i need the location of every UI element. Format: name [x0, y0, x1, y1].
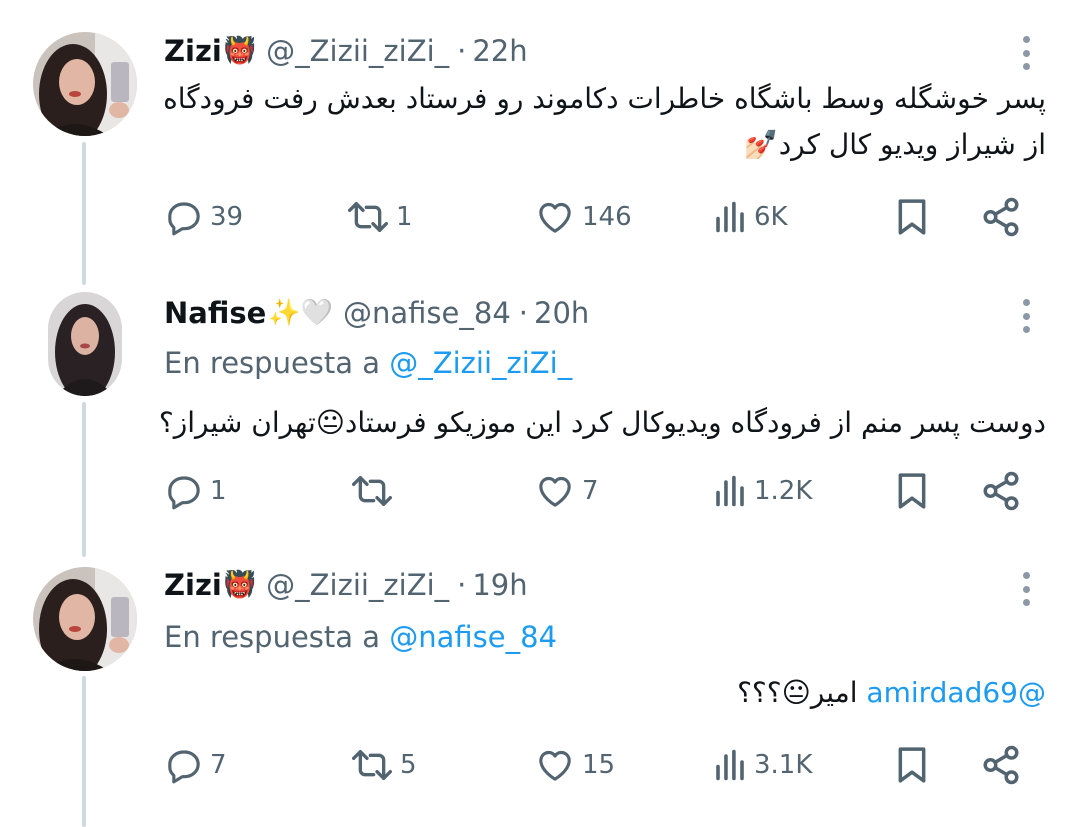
tweet[interactable]: Zizi 👹 @_Zizii_ziZi_ · 22h پسر خوشگله وس… [0, 0, 1080, 270]
bookmark-button[interactable] [894, 743, 930, 787]
mention-link[interactable]: @amirdad69 [866, 676, 1046, 709]
tweet-text-line: @amirdad69 امیر😐؟؟؟ [140, 670, 1046, 716]
tweet[interactable]: Nafise ✨🤍 @nafise_84 · 20h En respuesta … [0, 270, 1080, 546]
action-bar: 1 7 1.2K [164, 469, 1034, 513]
display-name[interactable]: Nafise [164, 296, 266, 330]
views-icon [716, 749, 744, 781]
tweet-text-line: پسر خوشگله وسط باشگاه خاطرات دکاموند رو … [163, 82, 1046, 115]
like-icon [539, 750, 571, 781]
retweet-icon [351, 476, 392, 506]
retweet-button[interactable]: 1 [346, 195, 413, 239]
retweet-button[interactable] [350, 469, 400, 513]
display-name[interactable]: Zizi [164, 568, 222, 602]
separator: · [518, 296, 529, 330]
separator: · [457, 34, 467, 68]
share-button[interactable] [980, 469, 1022, 513]
views-icon [716, 475, 744, 507]
retweet-icon [347, 202, 388, 232]
share-icon [983, 471, 1019, 511]
views-button[interactable]: 1.2K [712, 469, 812, 513]
bookmark-icon [898, 199, 926, 235]
display-name[interactable]: Zizi [164, 34, 222, 68]
tweet-text-rest: امیر😐؟؟؟ [737, 676, 858, 709]
reply-context: En respuesta a @_Zizii_ziZi_ [164, 346, 572, 380]
reply-button[interactable]: 39 [164, 195, 243, 239]
like-count: 7 [582, 476, 599, 506]
name-emoji: 👹 [223, 570, 257, 600]
like-button[interactable]: 7 [534, 469, 599, 513]
like-icon [539, 476, 571, 507]
timestamp[interactable]: 22h [472, 34, 527, 68]
avatar[interactable] [33, 32, 137, 136]
bookmark-icon [898, 747, 926, 783]
retweet-count: 1 [396, 202, 413, 232]
tweet-text: دوست پسر منم از فرودگاه ویدیوکال کرد این… [150, 400, 1046, 446]
avatar[interactable] [48, 292, 122, 396]
share-button[interactable] [980, 195, 1022, 239]
handle[interactable]: @nafise_84 [343, 296, 511, 330]
handle[interactable]: @_Zizii_ziZi_ [266, 34, 449, 68]
tweet-text-line: دوست پسر منم از فرودگاه ویدیوکال کرد این… [158, 406, 1046, 439]
share-icon [983, 197, 1019, 237]
reply-context: En respuesta a @nafise_84 [164, 620, 557, 654]
name-emoji: ✨🤍 [268, 298, 334, 328]
more-icon[interactable] [1022, 572, 1030, 606]
bookmark-icon [898, 473, 926, 509]
action-bar: 7 5 15 3.1K [164, 743, 1034, 787]
name-emoji: 👹 [223, 36, 257, 66]
reply-count: 1 [210, 476, 227, 506]
reply-button[interactable]: 1 [164, 469, 227, 513]
like-count: 146 [582, 202, 632, 232]
reply-icon [168, 202, 200, 236]
view-count: 6K [754, 202, 788, 232]
reply-label: En respuesta a [164, 620, 381, 654]
timestamp[interactable]: 19h [472, 568, 527, 602]
tweet[interactable]: Zizi 👹 @_Zizii_ziZi_ · 19h En respuesta … [0, 546, 1080, 827]
share-button[interactable] [980, 743, 1022, 787]
separator: · [457, 568, 467, 602]
more-icon[interactable] [1022, 299, 1030, 333]
reply-label: En respuesta a [164, 346, 381, 380]
view-count: 1.2K [754, 476, 813, 506]
reply-icon [168, 750, 200, 784]
reply-count: 39 [210, 202, 244, 232]
reply-mention-link[interactable]: @_Zizii_ziZi_ [389, 346, 572, 380]
avatar[interactable] [33, 567, 137, 671]
reply-button[interactable]: 7 [164, 743, 227, 787]
views-button[interactable]: 6K [712, 195, 788, 239]
view-count: 3.1K [754, 750, 813, 780]
tweet-text: پسر خوشگله وسط باشگاه خاطرات دکاموند رو … [140, 76, 1046, 168]
timestamp[interactable]: 20h [534, 296, 589, 330]
handle[interactable]: @_Zizii_ziZi_ [266, 568, 449, 602]
like-icon [539, 202, 571, 233]
retweet-button[interactable]: 5 [350, 743, 417, 787]
views-icon [716, 201, 744, 233]
retweet-icon [351, 750, 392, 780]
reply-icon [168, 476, 200, 510]
retweet-count: 5 [400, 750, 417, 780]
bookmark-button[interactable] [894, 195, 930, 239]
like-button[interactable]: 15 [534, 743, 615, 787]
reply-mention-link[interactable]: @nafise_84 [389, 620, 557, 654]
reply-count: 7 [210, 750, 227, 780]
more-icon[interactable] [1022, 36, 1030, 70]
like-button[interactable]: 146 [534, 195, 632, 239]
tweet-text: @amirdad69 امیر😐؟؟؟ [140, 670, 1046, 716]
bookmark-button[interactable] [894, 469, 930, 513]
tweet-text-line: از شیراز ویدیو کال کرد💅🏻 [743, 128, 1046, 161]
views-button[interactable]: 3.1K [712, 743, 812, 787]
share-icon [983, 745, 1019, 785]
like-count: 15 [582, 750, 616, 780]
action-bar: 39 1 146 6K [164, 195, 1034, 239]
